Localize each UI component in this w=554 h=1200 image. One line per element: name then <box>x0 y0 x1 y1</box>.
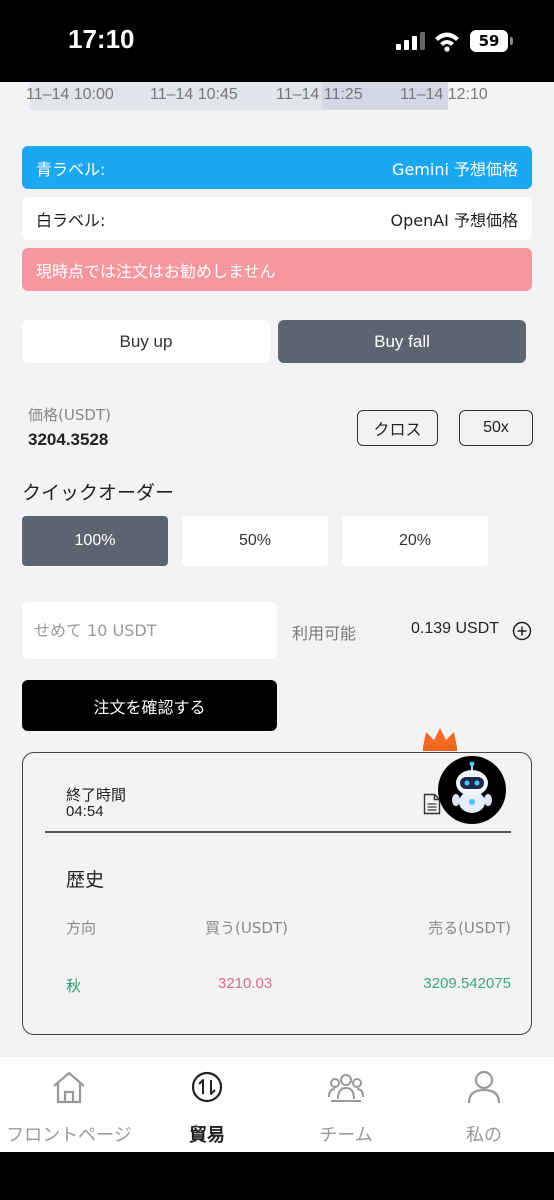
quick-order-100-button[interactable]: 100% <box>22 516 168 566</box>
confirm-order-button[interactable]: 注文を確認する <box>22 680 277 731</box>
end-time-value: 04:54 <box>66 803 104 820</box>
blue-label-legend: 青ラベル: Gemini 予想価格 <box>22 146 532 189</box>
chart-x-tick: 11–14 11:25 <box>276 86 363 103</box>
tab-label: フロントページ <box>6 1125 132 1146</box>
status-bar: 17:10 59 <box>0 0 554 82</box>
tab-label: チーム <box>319 1125 373 1146</box>
trade-icon <box>191 1071 223 1103</box>
price-label: 価格(USDT) <box>28 406 111 424</box>
white-label-legend: 白ラベル: OpenAI 予想価格 <box>22 197 532 240</box>
tab-trade[interactable]: 貿易 <box>138 1057 276 1152</box>
chart-x-tick: 11–14 12:10 <box>400 86 488 103</box>
wifi-icon <box>435 32 459 52</box>
amount-input[interactable] <box>22 602 277 659</box>
home-indicator-area <box>0 1152 554 1200</box>
available-value: 0.139 USDT <box>411 620 500 637</box>
buy-up-button[interactable]: Buy up <box>22 320 270 363</box>
chart-x-tick: 11–14 10:00 <box>26 86 114 103</box>
leverage-button[interactable]: 50x <box>459 410 533 446</box>
crown-icon <box>423 728 457 751</box>
quick-order-50-button[interactable]: 50% <box>182 516 328 566</box>
history-header-sell: 売る(USDT) <box>428 919 511 937</box>
quick-order-title: クイックオーダー <box>22 482 175 504</box>
history-title: 歴史 <box>66 869 105 891</box>
history-row-direction: 秋 <box>66 977 82 995</box>
warning-text: 現時点では注文はお勧めしません <box>36 261 276 281</box>
tab-label: 貿易 <box>189 1125 225 1146</box>
cellular-signal-icon <box>396 32 425 50</box>
blue-label-key: 青ラベル: <box>36 159 106 179</box>
tab-mine[interactable]: 私の <box>415 1057 553 1152</box>
buy-fall-button[interactable]: Buy fall <box>278 320 526 363</box>
trade-screen: 11–14 10:00 11–14 10:45 11–14 11:25 11–1… <box>0 82 554 1152</box>
history-header-buy: 買う(USDT) <box>205 919 288 937</box>
price-chart[interactable]: 11–14 10:00 11–14 10:45 11–14 11:25 11–1… <box>0 82 554 112</box>
available-label: 利用可能 <box>292 624 357 643</box>
bottom-tab-bar: フロントページ 貿易 チーム 私の <box>0 1057 554 1152</box>
panel-divider <box>45 831 511 833</box>
robot-assistant-button[interactable] <box>438 756 506 824</box>
warning-banner: 現時点では注文はお勧めしません <box>22 248 532 291</box>
history-row-sell: 3209.542075 <box>423 975 511 992</box>
price-value: 3204.3528 <box>28 430 109 449</box>
add-funds-icon[interactable] <box>512 621 532 641</box>
status-time: 17:10 <box>68 24 135 54</box>
white-label-key: 白ラベル: <box>36 210 106 230</box>
home-icon <box>53 1071 85 1104</box>
tab-front-page[interactable]: フロントページ <box>0 1057 138 1152</box>
robot-icon <box>452 761 492 813</box>
history-row-buy: 3210.03 <box>218 975 273 992</box>
white-label-value: OpenAI 予想価格 <box>390 210 519 230</box>
history-header-direction: 方向 <box>66 919 97 937</box>
quick-order-20-button[interactable]: 20% <box>342 516 488 566</box>
end-time-label: 終了時間 <box>66 786 127 804</box>
blue-label-value: Gemini 予想価格 <box>392 159 518 179</box>
margin-mode-button[interactable]: クロス <box>357 410 438 446</box>
user-icon <box>467 1070 501 1104</box>
battery-tip <box>510 37 513 45</box>
battery-indicator: 59 <box>470 30 508 52</box>
chart-x-tick: 11–14 10:45 <box>150 86 238 103</box>
team-icon <box>328 1074 364 1102</box>
tab-label: 私の <box>466 1125 502 1146</box>
tab-team[interactable]: チーム <box>277 1057 415 1152</box>
